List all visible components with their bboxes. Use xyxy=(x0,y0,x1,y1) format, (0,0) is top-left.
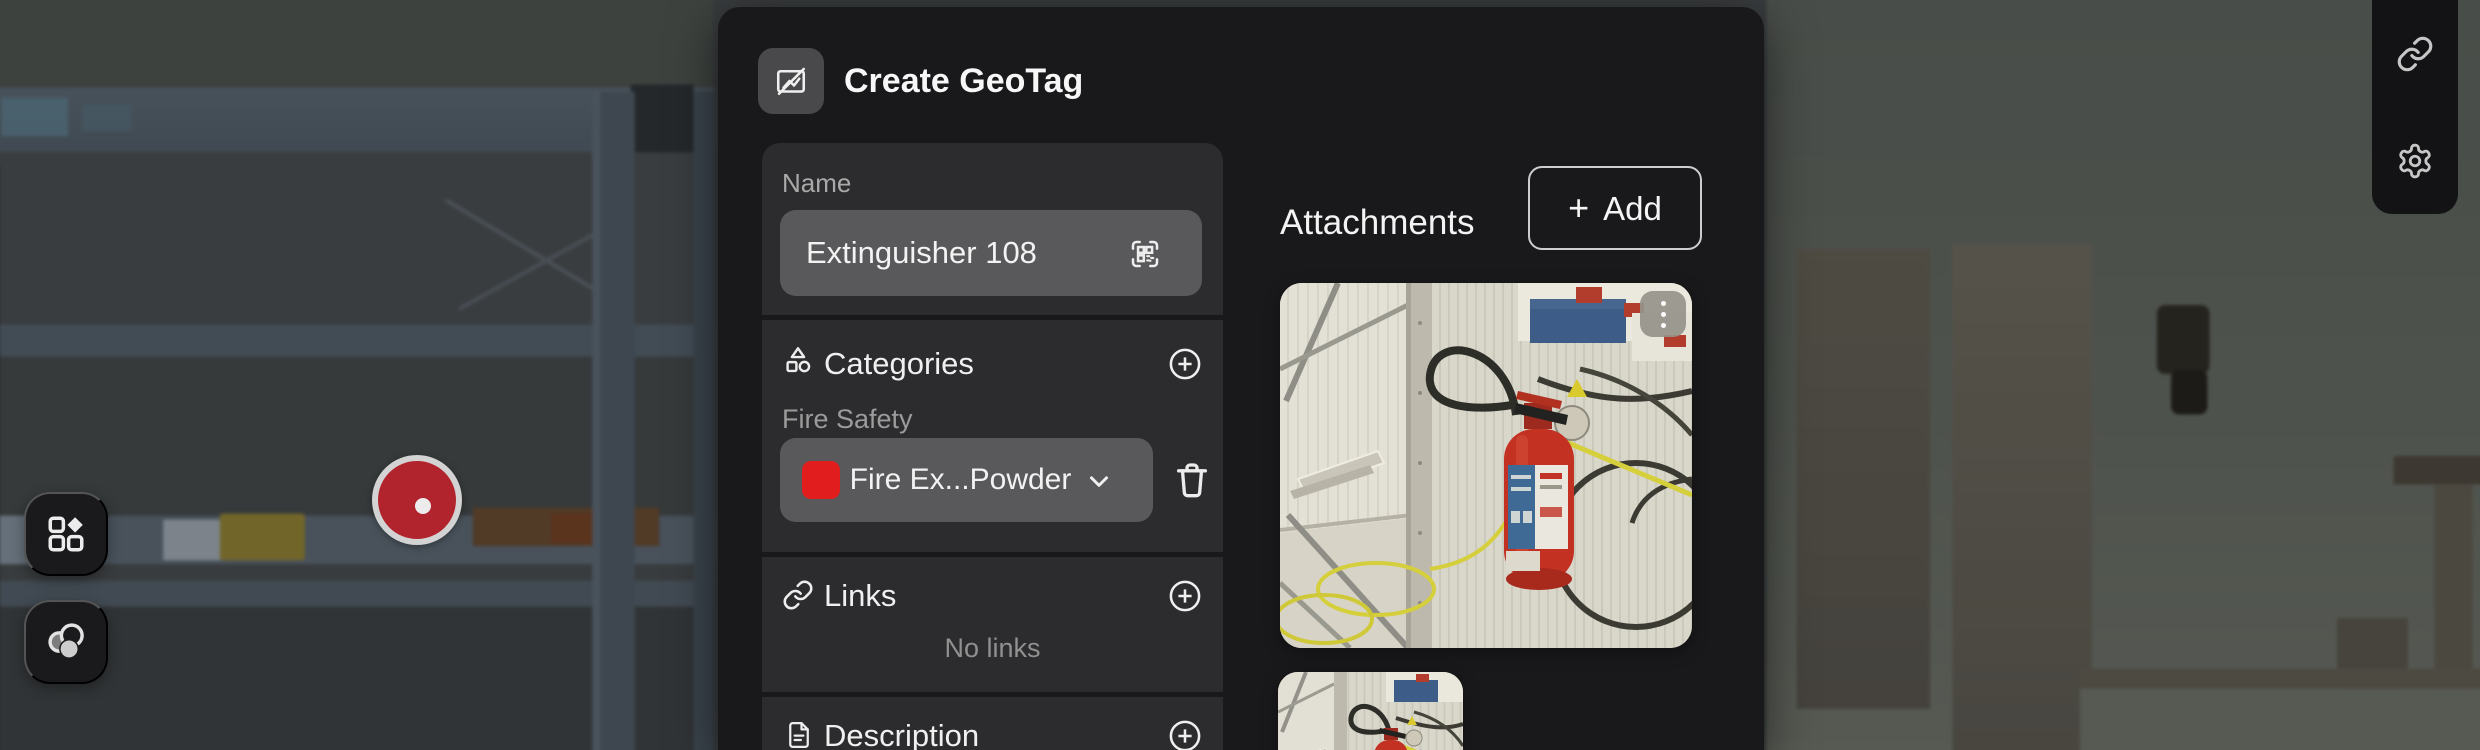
image-off-icon xyxy=(773,63,809,99)
attachment-photo xyxy=(1278,672,1463,750)
cluster-icon xyxy=(43,619,89,665)
scan-qr-button[interactable] xyxy=(1128,237,1162,271)
kebab-dot xyxy=(1660,322,1666,328)
description-section: Description xyxy=(762,697,1223,750)
create-geotag-dialog: Create GeoTag Name Extinguisher 108 Cate… xyxy=(718,7,1764,750)
links-label: Links xyxy=(824,578,897,613)
gear-icon xyxy=(2396,142,2434,180)
attachment-thumbnail[interactable] xyxy=(1280,283,1692,648)
category-group-label: Fire Safety xyxy=(782,404,913,434)
attachment-thumbnail[interactable] xyxy=(1278,672,1463,750)
chevron-down-icon xyxy=(1084,466,1114,496)
geotag-marker-dot xyxy=(415,498,431,514)
qr-scan-icon xyxy=(1129,238,1161,270)
settings-button[interactable] xyxy=(2372,107,2458,214)
plus-circle-icon xyxy=(1167,718,1203,750)
attachments-title: Attachments xyxy=(1280,203,1475,242)
geotag-form: Name Extinguisher 108 Categories Fire Sa… xyxy=(762,143,1223,750)
links-empty-text: No links xyxy=(944,633,1041,663)
add-category-button[interactable] xyxy=(1167,346,1203,382)
apps-grid-icon xyxy=(45,513,87,555)
name-label: Name xyxy=(782,168,852,198)
categories-section: Categories Fire Safety Fire Ex...Powder xyxy=(762,320,1223,552)
add-description-button[interactable] xyxy=(1167,718,1203,750)
attachment-photo xyxy=(1280,283,1692,648)
category-selected-value: Fire Ex...Powder xyxy=(849,463,1072,496)
shapes-icon xyxy=(782,344,814,376)
category-select[interactable]: Fire Ex...Powder xyxy=(780,438,1153,522)
share-link-button[interactable] xyxy=(2372,0,2458,107)
links-section: Links No links xyxy=(762,557,1223,692)
link-icon xyxy=(2396,35,2434,73)
delete-category-button[interactable] xyxy=(1170,456,1214,504)
dialog-title: Create GeoTag xyxy=(844,62,1084,100)
plus-circle-icon xyxy=(1167,346,1203,382)
category-color-swatch xyxy=(802,461,840,499)
add-link-button[interactable] xyxy=(1167,578,1203,614)
geotag-editor-screen: Create GeoTag Name Extinguisher 108 Cate… xyxy=(0,0,2480,750)
geotag-marker[interactable] xyxy=(372,455,462,545)
top-right-toolbar xyxy=(2372,0,2458,214)
description-label: Description xyxy=(824,718,980,750)
kebab-dot xyxy=(1660,300,1666,306)
categories-label: Categories xyxy=(824,346,974,381)
chain-link-icon xyxy=(782,579,814,611)
attachment-menu-button[interactable] xyxy=(1640,291,1686,337)
apps-menu-button[interactable] xyxy=(24,492,108,576)
plus-icon: + xyxy=(1568,187,1590,228)
trash-icon xyxy=(1172,458,1212,502)
add-attachment-button[interactable]: + Add xyxy=(1528,166,1702,250)
geotags-cluster-button[interactable] xyxy=(24,600,108,684)
name-section: Name xyxy=(762,143,1223,315)
kebab-dot xyxy=(1660,311,1666,317)
geotag-image-placeholder-button[interactable] xyxy=(758,48,824,114)
plus-circle-icon xyxy=(1167,578,1203,614)
document-icon xyxy=(784,719,814,750)
